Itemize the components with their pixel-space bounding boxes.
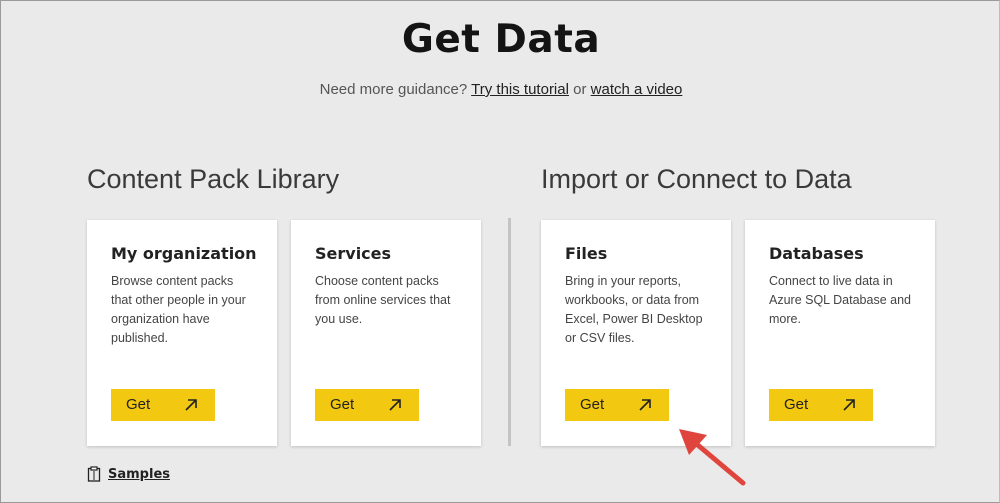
card-description: Choose content packs from online service… bbox=[315, 274, 451, 326]
section-divider bbox=[508, 218, 511, 446]
page-title: Get Data bbox=[401, 17, 601, 62]
content-pack-library-heading: Content Pack Library bbox=[87, 164, 340, 194]
card-databases: Databases Connect to live data in Azure … bbox=[745, 220, 935, 446]
get-my-organization-button[interactable]: Get bbox=[111, 389, 215, 421]
video-link[interactable]: watch a video bbox=[591, 81, 683, 98]
arrow-up-right-icon bbox=[843, 399, 855, 411]
card-my-organization: My organization Browse content packs tha… bbox=[87, 220, 277, 446]
samples-label: Samples bbox=[108, 466, 170, 482]
get-services-button[interactable]: Get bbox=[315, 389, 419, 421]
samples-link[interactable]: Samples bbox=[87, 466, 170, 482]
arrow-up-right-icon bbox=[389, 399, 401, 411]
card-description: Connect to live data in Azure SQL Databa… bbox=[769, 274, 911, 326]
get-files-button[interactable]: Get bbox=[565, 389, 669, 421]
get-button-label: Get bbox=[126, 396, 151, 413]
guidance-or: or bbox=[573, 81, 587, 98]
guidance-line: Need more guidance? Try this tutorial or… bbox=[1, 81, 1000, 98]
arrow-up-right-icon bbox=[639, 399, 651, 411]
import-connect-heading: Import or Connect to Data bbox=[541, 164, 852, 194]
clipboard-icon bbox=[87, 466, 101, 482]
card-title: Files bbox=[565, 244, 608, 263]
card-files: Files Bring in your reports, workbooks, … bbox=[541, 220, 731, 446]
get-button-label: Get bbox=[330, 396, 355, 413]
card-description: Browse content packs that other people i… bbox=[111, 274, 246, 345]
guidance-prefix: Need more guidance? bbox=[319, 81, 468, 98]
get-databases-button[interactable]: Get bbox=[769, 389, 873, 421]
arrow-up-right-icon bbox=[185, 399, 197, 411]
get-button-label: Get bbox=[580, 396, 605, 413]
card-title: Services bbox=[315, 244, 392, 263]
card-description: Bring in your reports, workbooks, or dat… bbox=[565, 274, 703, 345]
window-frame: Get Data Need more guidance? Try this tu… bbox=[0, 0, 1000, 503]
tutorial-link[interactable]: Try this tutorial bbox=[471, 81, 569, 98]
get-button-label: Get bbox=[784, 396, 809, 413]
card-services: Services Choose content packs from onlin… bbox=[291, 220, 481, 446]
card-title: Databases bbox=[769, 244, 864, 263]
pointer-arrow bbox=[679, 429, 746, 486]
card-title: My organization bbox=[111, 244, 257, 263]
